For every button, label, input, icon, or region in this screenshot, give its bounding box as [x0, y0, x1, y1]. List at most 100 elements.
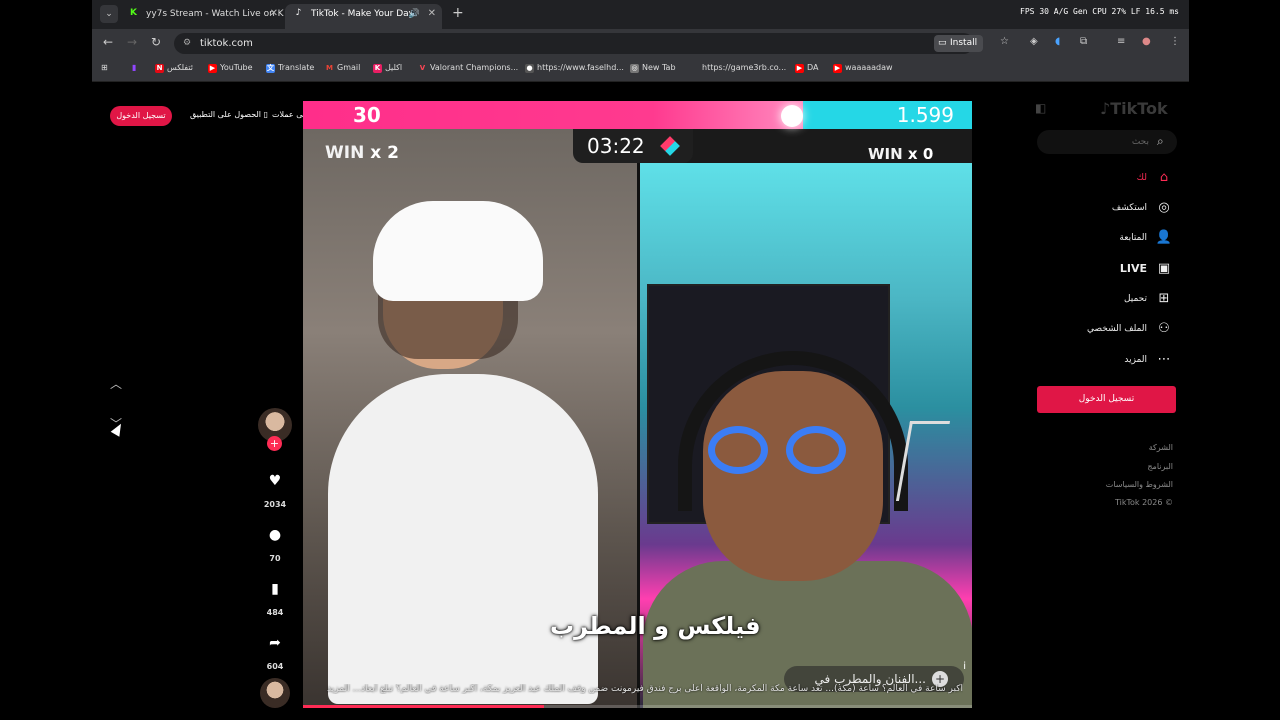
battle-score-bar: 30 1.599	[303, 101, 972, 129]
comment-icon[interactable]: ●	[262, 524, 288, 543]
bookmark-item[interactable]: https://game3rb.co...	[690, 63, 786, 72]
address-bar[interactable]: ⚙ tiktok.com	[174, 33, 974, 54]
bookmark-item[interactable]: ● https://www.faselhd...	[525, 63, 624, 73]
netflix-icon: N	[155, 64, 164, 73]
tab-search-chevron-icon[interactable]: ⌄	[100, 5, 118, 23]
like-heart-icon[interactable]: ♥	[262, 470, 288, 489]
tab-kick-stream[interactable]: K yy7s Stream - Watch Live on Ki ✕	[120, 4, 284, 29]
apps-grid-icon[interactable]: ⊞	[101, 63, 108, 72]
phone-icon: ▯	[263, 110, 268, 119]
bookmark-item[interactable]: K اكليل	[373, 63, 402, 73]
get-app-label: الحصول على التطبيق	[190, 110, 262, 119]
nav-label: المزيد	[1124, 355, 1147, 365]
bookmark-label: ئتفلكس	[167, 63, 193, 72]
forward-arrow-icon[interactable]: →	[124, 35, 140, 49]
close-tab-icon[interactable]: ✕	[270, 4, 278, 24]
person-thobe	[328, 374, 598, 704]
nav-upload[interactable]: تحميل ⊞	[1060, 289, 1177, 309]
search-input[interactable]: بحث	[1037, 130, 1177, 154]
bookmark-star-icon[interactable]: ☆	[1000, 36, 1009, 47]
nav-label: الملف الشخصي	[1087, 324, 1147, 334]
media-controls-icon[interactable]: ≡	[1117, 36, 1125, 47]
footer-company-link[interactable]: الشركة	[1070, 443, 1173, 452]
save-count: 484	[266, 608, 284, 617]
bookmark-item[interactable]: N ئتفلكس	[155, 63, 193, 73]
win-label: WIN	[325, 143, 365, 163]
upload-plus-icon: ⊞	[1158, 291, 1170, 306]
close-tab-icon[interactable]: ✕	[428, 4, 436, 24]
url-text: tiktok.com	[200, 38, 253, 49]
nav-following[interactable]: المتابعة 👤	[1060, 228, 1177, 248]
compass-icon: ◎	[1158, 200, 1170, 215]
valorant-icon: V	[419, 64, 426, 72]
bookmark-label: Translate	[278, 63, 315, 72]
video-player[interactable]: 30 1.599 03:22 WIN x 2 WIN x 0 فيلكس و ا…	[303, 101, 972, 708]
search-icon[interactable]: ⌕	[1157, 134, 1164, 149]
share-arrow-icon[interactable]: ➦	[262, 632, 288, 651]
nav-label: لك	[1136, 173, 1147, 183]
bookmark-label: Gmail	[337, 63, 361, 72]
youtube-icon: ▶	[208, 64, 217, 73]
video-progress-fill	[303, 705, 544, 708]
bookmark-item[interactable]: M Gmail	[325, 63, 360, 72]
menu-kebab-icon[interactable]: ⋮	[1170, 36, 1180, 47]
nav-for-you[interactable]: لك ⌂	[1060, 168, 1177, 188]
bookmark-label: https://game3rb.co...	[702, 63, 787, 72]
win-streak-left: WIN x 2	[325, 143, 399, 163]
user-plus-icon: 👤	[1155, 230, 1173, 245]
score-left: 30	[353, 103, 381, 127]
back-arrow-icon[interactable]: ←	[100, 35, 116, 49]
extensions-puzzle-icon[interactable]: ⧉	[1080, 36, 1087, 47]
bookmark-label: DA	[807, 63, 819, 72]
nav-explore[interactable]: استكشف ◎	[1060, 198, 1177, 218]
score-right: 1.599	[896, 103, 954, 127]
battle-diamond-icon	[660, 136, 680, 156]
bookmark-item[interactable]: ▶ waaaaadaw	[833, 63, 893, 73]
battle-timer: 03:22	[573, 129, 693, 163]
bookmark-label: Valorant Champions...	[430, 63, 519, 72]
video-progress-bar[interactable]	[303, 705, 972, 708]
get-app-link[interactable]: الحصول على التطبيق ▯	[190, 110, 268, 119]
bookmark-item[interactable]: V Valorant Champions...	[418, 63, 518, 72]
translate-icon: 文	[266, 64, 275, 73]
follow-plus-icon[interactable]: +	[267, 436, 282, 451]
audio-playing-icon[interactable]: 🔊	[409, 4, 420, 24]
bookmark-label: https://www.faselhd...	[537, 63, 624, 72]
bookmark-label: YouTube	[220, 63, 253, 72]
timer-text: 03:22	[587, 134, 645, 158]
tab-bar: ⌄ K yy7s Stream - Watch Live on Ki ✕ ♪ T…	[92, 0, 1189, 29]
bookmarks-bar: ⊞ ▮ N ئتفلكس ▶ YouTube 文 Translate M Gmail K…	[92, 58, 1189, 82]
twitch-bookmark-icon[interactable]: ▮	[132, 63, 136, 72]
info-icon[interactable]: i	[963, 661, 966, 672]
site-info-icon[interactable]: ⚙	[183, 33, 191, 54]
footer-terms-link[interactable]: الشروط والسياسات	[1070, 480, 1173, 489]
new-tab-button[interactable]: +	[452, 5, 464, 21]
kick-favicon-icon: K	[130, 8, 137, 18]
profile-avatar-icon[interactable]: ●	[1142, 36, 1151, 47]
bookmark-item[interactable]: ▶ YouTube	[208, 63, 253, 73]
install-app-button[interactable]: Install	[934, 35, 984, 52]
previous-video-chevron-up-icon[interactable]: ︿	[110, 375, 122, 392]
sidebar-login-button[interactable]: تسجيل الدخول	[1037, 386, 1176, 413]
tab-title: TikTok - Make Your Day	[311, 9, 415, 19]
nav-profile[interactable]: الملف الشخصي ⚇	[1060, 319, 1177, 339]
bookmark-item[interactable]: ▶ DA	[795, 63, 819, 73]
bookmark-item[interactable]: ◎ New Tab	[630, 63, 676, 73]
footer-program-link[interactable]: البرنامج	[1070, 462, 1173, 471]
extension-cast-icon[interactable]: ◖	[1055, 36, 1060, 47]
score-spark-icon	[781, 105, 803, 127]
music-disc-avatar[interactable]	[260, 678, 290, 708]
video-description[interactable]: أكبر ساعة في العالم؟ ساعة (مكة)... تعد س…	[313, 684, 963, 694]
reload-icon[interactable]: ↻	[148, 35, 164, 49]
bookmark-icon[interactable]: ▮	[262, 578, 288, 597]
nav-live[interactable]: LIVE ▣	[1060, 259, 1177, 279]
bookmark-item[interactable]: 文 Translate	[266, 63, 315, 73]
tab-tiktok[interactable]: ♪ TikTok - Make Your Day 🔊 ✕	[285, 4, 442, 29]
collapse-sidebar-icon[interactable]: ◧	[1035, 101, 1046, 115]
extension-gamepad-icon[interactable]: ◈	[1030, 36, 1038, 47]
signin-button[interactable]: تسجيل الدخول	[110, 106, 172, 126]
nav-more[interactable]: المزيد ⋯	[1060, 350, 1177, 370]
win-count: x 0	[907, 145, 934, 163]
win-count: x 2	[370, 143, 399, 163]
tiktok-logo[interactable]: ♪TikTok	[1100, 99, 1168, 118]
